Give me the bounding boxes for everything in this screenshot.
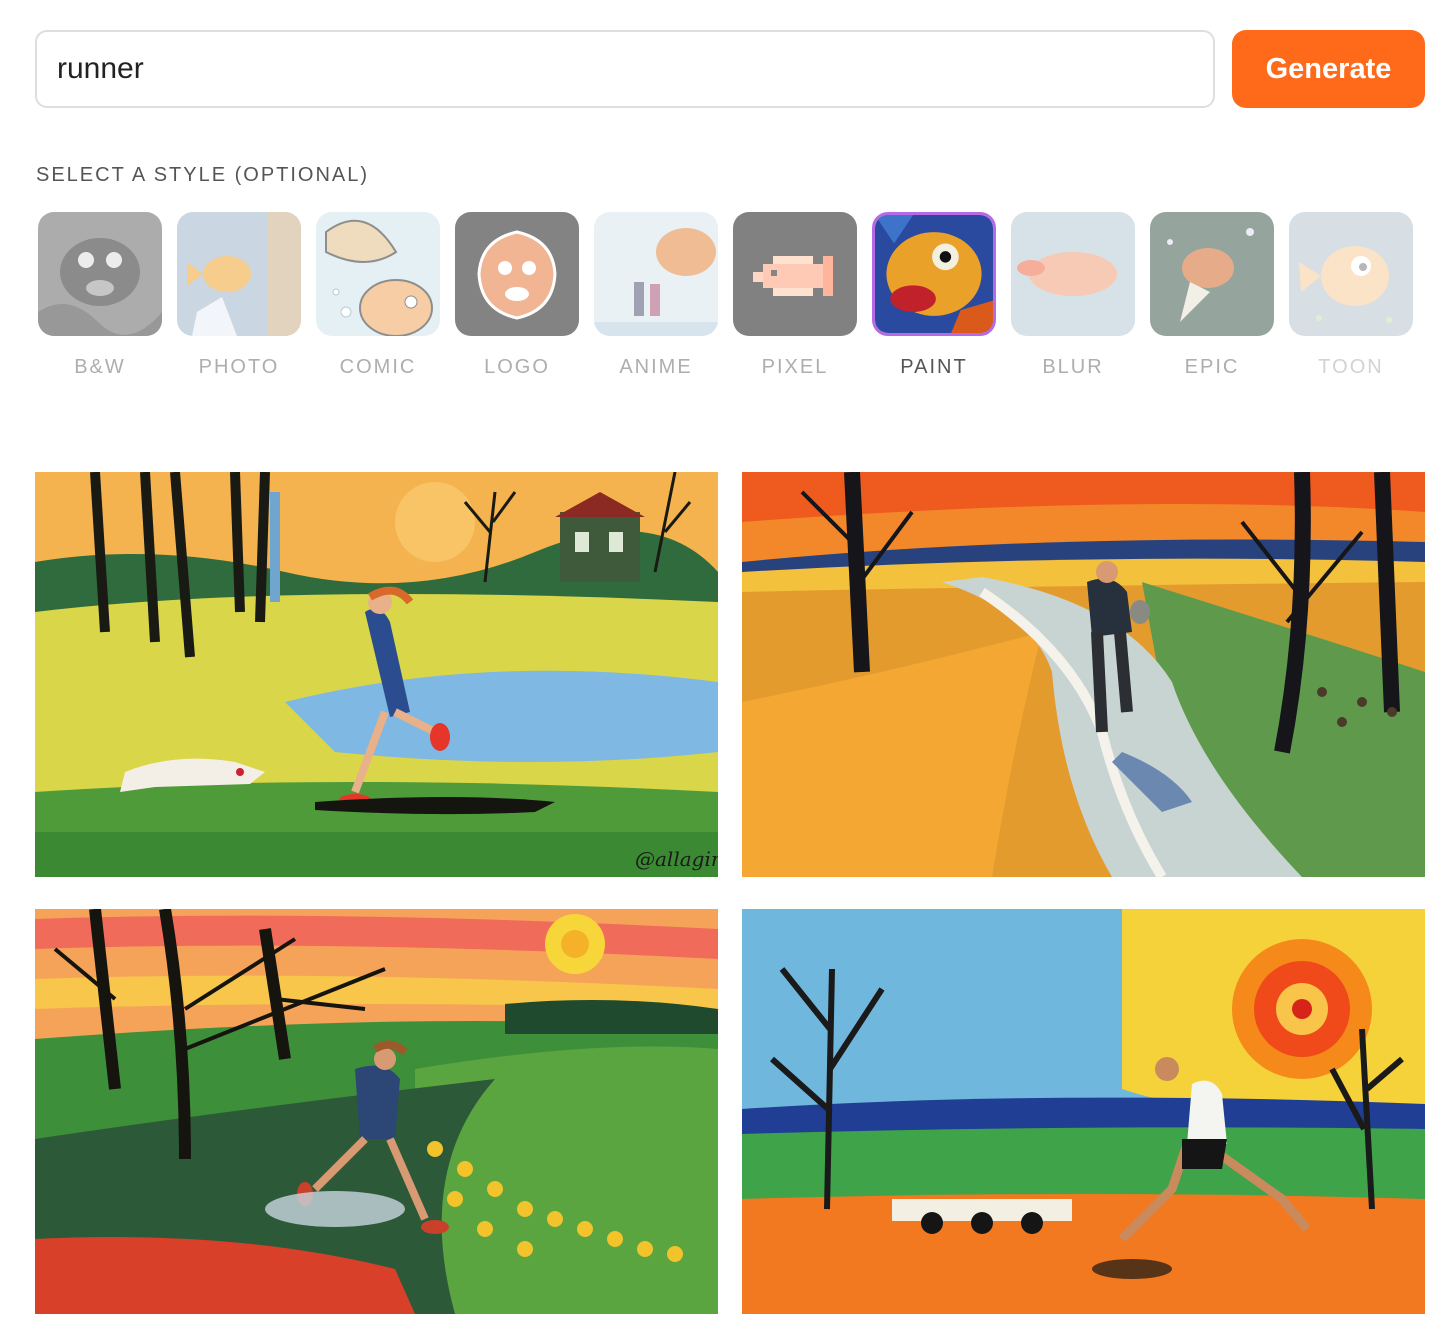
style-picker: B&W PHOTO COMIC LOGO ANIME PIXEL PAINT B… — [38, 212, 1418, 392]
prompt-row: Generate — [35, 30, 1425, 108]
style-option-toon[interactable]: TOON — [1289, 212, 1413, 392]
style-label: BLUR — [1042, 356, 1104, 378]
style-label: EPIC — [1184, 356, 1240, 378]
style-label: COMIC — [339, 356, 417, 378]
style-option-blur[interactable]: BLUR — [1011, 212, 1135, 392]
style-label: ANIME — [619, 356, 693, 378]
style-thumbnail-epic — [1150, 212, 1274, 336]
style-label: PHOTO — [198, 356, 280, 378]
result-image-4[interactable] — [742, 909, 1425, 1314]
style-option-comic[interactable]: COMIC — [316, 212, 440, 392]
prompt-input[interactable] — [35, 30, 1215, 108]
result-image-1[interactable]: @allaginn — [35, 472, 718, 877]
style-thumbnail-comic — [316, 212, 440, 336]
result-image-3[interactable] — [35, 909, 718, 1314]
image-signature: @allaginn — [635, 847, 718, 871]
style-label: TOON — [1318, 356, 1384, 378]
style-option-epic[interactable]: EPIC — [1150, 212, 1274, 392]
style-option-anime[interactable]: ANIME — [594, 212, 718, 392]
style-label: PIXEL — [761, 356, 829, 378]
style-thumbnail-anime — [594, 212, 718, 336]
style-thumbnail-pixel — [733, 212, 857, 336]
style-thumbnail-photo — [177, 212, 301, 336]
style-label: LOGO — [484, 356, 550, 378]
style-thumbnail-bw — [38, 212, 162, 336]
style-label: B&W — [74, 356, 126, 378]
style-thumbnail-paint — [872, 212, 996, 336]
style-thumbnail-blur — [1011, 212, 1135, 336]
style-label: PAINT — [900, 356, 968, 378]
style-option-pixel[interactable]: PIXEL — [733, 212, 857, 392]
style-option-bw[interactable]: B&W — [38, 212, 162, 392]
result-image-2[interactable] — [742, 472, 1425, 877]
style-thumbnail-toon — [1289, 212, 1413, 336]
style-option-logo[interactable]: LOGO — [455, 212, 579, 392]
style-option-photo[interactable]: PHOTO — [177, 212, 301, 392]
style-section-heading: SELECT A STYLE (OPTIONAL) — [36, 164, 370, 186]
style-option-paint[interactable]: PAINT — [872, 212, 996, 392]
generate-button[interactable]: Generate — [1232, 30, 1425, 108]
style-thumbnail-logo — [455, 212, 579, 336]
